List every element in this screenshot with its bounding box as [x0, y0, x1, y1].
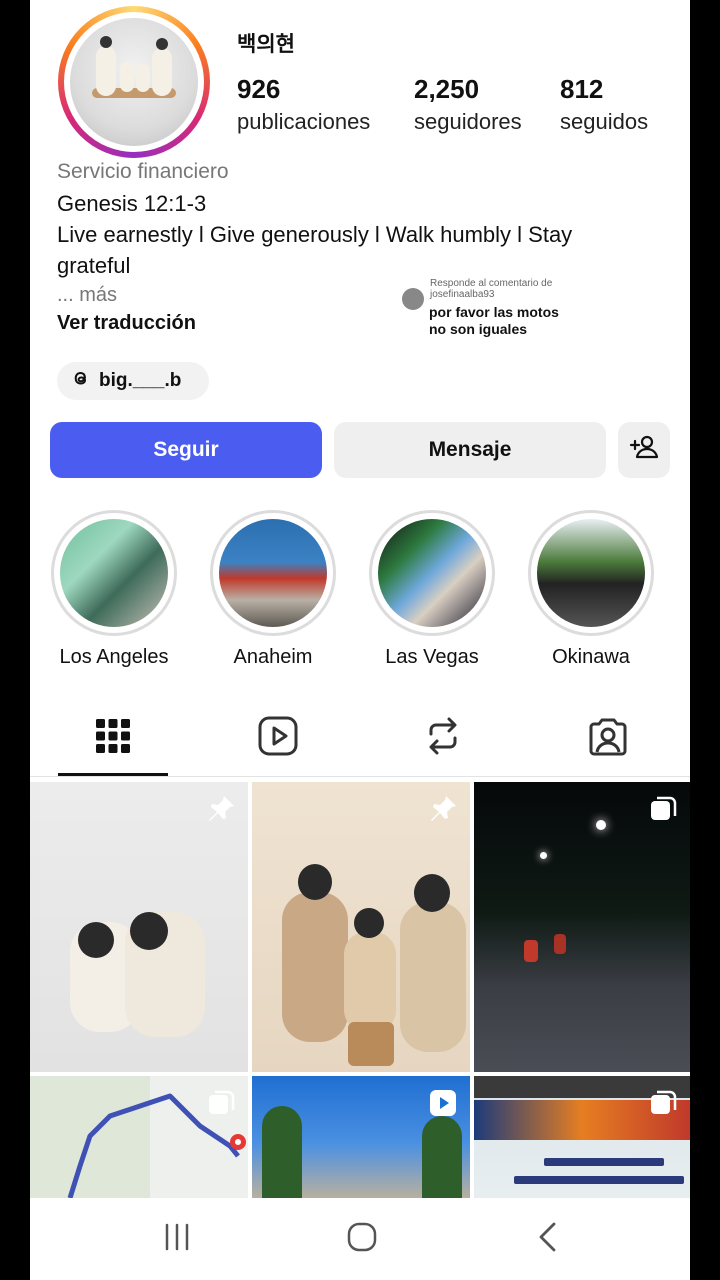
avatar[interactable] — [70, 18, 198, 146]
street-light — [596, 820, 606, 830]
threads-icon — [71, 368, 91, 394]
see-translation-link[interactable]: Ver traducción — [57, 312, 196, 335]
recent-apps-button[interactable] — [147, 1222, 207, 1256]
palm-tree — [262, 1106, 302, 1198]
post-head — [414, 874, 450, 912]
reels-icon — [258, 716, 298, 761]
highlight-las-vegas[interactable]: Las Vegas — [369, 510, 495, 669]
stat-posts-label: publicaciones — [237, 109, 371, 134]
person-figure — [96, 46, 116, 96]
profile-category: Servicio financiero — [57, 160, 229, 183]
stat-followers-value: 2,250 — [414, 74, 480, 104]
grid-icon — [96, 718, 130, 758]
highlight-ring — [369, 510, 495, 636]
tagged-icon — [588, 716, 628, 761]
stat-posts-value: 926 — [237, 74, 281, 104]
stat-followers[interactable]: 2,250 seguidores — [414, 74, 522, 135]
tab-tagged[interactable] — [548, 708, 668, 768]
stat-following[interactable]: 812 seguidos — [560, 74, 648, 135]
bio-line: grateful — [57, 253, 131, 278]
highlight-ring — [51, 510, 177, 636]
grid-post[interactable] — [474, 782, 690, 1072]
person-head — [156, 38, 168, 50]
stat-following-value: 812 — [560, 74, 604, 104]
post-head — [298, 864, 332, 900]
stat-posts[interactable]: 926 publicaciones — [237, 74, 370, 135]
child-figure — [136, 64, 150, 92]
street-light — [540, 852, 547, 859]
stool — [348, 1022, 394, 1066]
back-button[interactable] — [518, 1222, 578, 1256]
grid-post[interactable] — [252, 782, 470, 1072]
highlight-ring — [528, 510, 654, 636]
post-head — [354, 908, 384, 938]
bio-more-link[interactable]: ... más — [57, 284, 117, 307]
highlight-ring — [210, 510, 336, 636]
highlight-cover — [60, 519, 168, 627]
post-figure — [282, 892, 348, 1042]
reel-icon — [428, 1088, 458, 1123]
reply-header: Responde al comentario de josefinaalba93 — [430, 278, 553, 300]
bio-line: Genesis 12:1-3 — [57, 191, 207, 216]
tab-reels[interactable] — [218, 708, 338, 768]
back-icon — [535, 1221, 561, 1258]
highlight-cover — [378, 519, 486, 627]
person-head — [100, 36, 112, 48]
post-head — [78, 922, 114, 958]
grid-post[interactable] — [30, 782, 248, 1072]
highlight-label: Los Angeles — [59, 646, 169, 668]
highlight-cover — [537, 519, 645, 627]
highlight-anaheim[interactable]: Anaheim — [210, 510, 336, 669]
highlight-label: Anaheim — [233, 646, 313, 668]
palm-tree — [422, 1116, 462, 1198]
home-button[interactable] — [332, 1222, 392, 1256]
highlight-label: Las Vegas — [385, 646, 479, 668]
highlight-cover — [219, 519, 327, 627]
username: 백의현 — [237, 33, 295, 56]
person-figure — [152, 48, 172, 96]
reply-comment-text: por favor las motos no son iguales — [429, 304, 559, 337]
post-figure — [344, 932, 396, 1032]
tab-reposts[interactable] — [383, 708, 503, 768]
stat-following-label: seguidos — [560, 109, 649, 134]
commenter-avatar — [402, 288, 424, 310]
grid-post[interactable] — [252, 1076, 470, 1198]
tab-posts[interactable] — [53, 708, 173, 768]
grid-post[interactable] — [30, 1076, 248, 1198]
pin-icon — [428, 794, 458, 829]
highlight-okinawa[interactable]: Okinawa — [528, 510, 654, 669]
tab-divider — [30, 776, 690, 777]
home-icon — [346, 1221, 378, 1258]
child-figure — [120, 62, 134, 92]
bio-line: Live earnestly l Give generously l Walk … — [57, 222, 573, 247]
reposts-icon — [425, 716, 461, 761]
post-head — [130, 912, 168, 950]
highlight-label: Okinawa — [552, 646, 630, 668]
carousel-icon — [206, 1088, 236, 1123]
grid-post[interactable] — [474, 1076, 690, 1198]
suggest-users-button[interactable] — [618, 422, 670, 478]
message-button[interactable]: Mensaje — [334, 422, 606, 478]
threads-handle: big.___.b — [99, 370, 182, 391]
post-figure — [400, 902, 466, 1052]
threads-link[interactable]: big.___.b — [57, 362, 209, 400]
carousel-icon — [648, 1088, 678, 1123]
follow-button[interactable]: Seguir — [50, 422, 322, 478]
recent-apps-icon — [162, 1222, 192, 1257]
highlight-los-angeles[interactable]: Los Angeles — [51, 510, 177, 669]
motorcycle — [554, 934, 566, 954]
carousel-icon — [648, 794, 678, 829]
banner-text-line — [514, 1176, 684, 1184]
banner-text-line — [544, 1158, 664, 1166]
pin-icon — [206, 794, 236, 829]
motorcycle — [524, 940, 538, 962]
instagram-profile-screen: 백의현 926 publicaciones 2,250 seguidores 8… — [30, 0, 690, 1280]
add-user-icon — [629, 434, 659, 466]
stat-followers-label: seguidores — [414, 109, 522, 134]
